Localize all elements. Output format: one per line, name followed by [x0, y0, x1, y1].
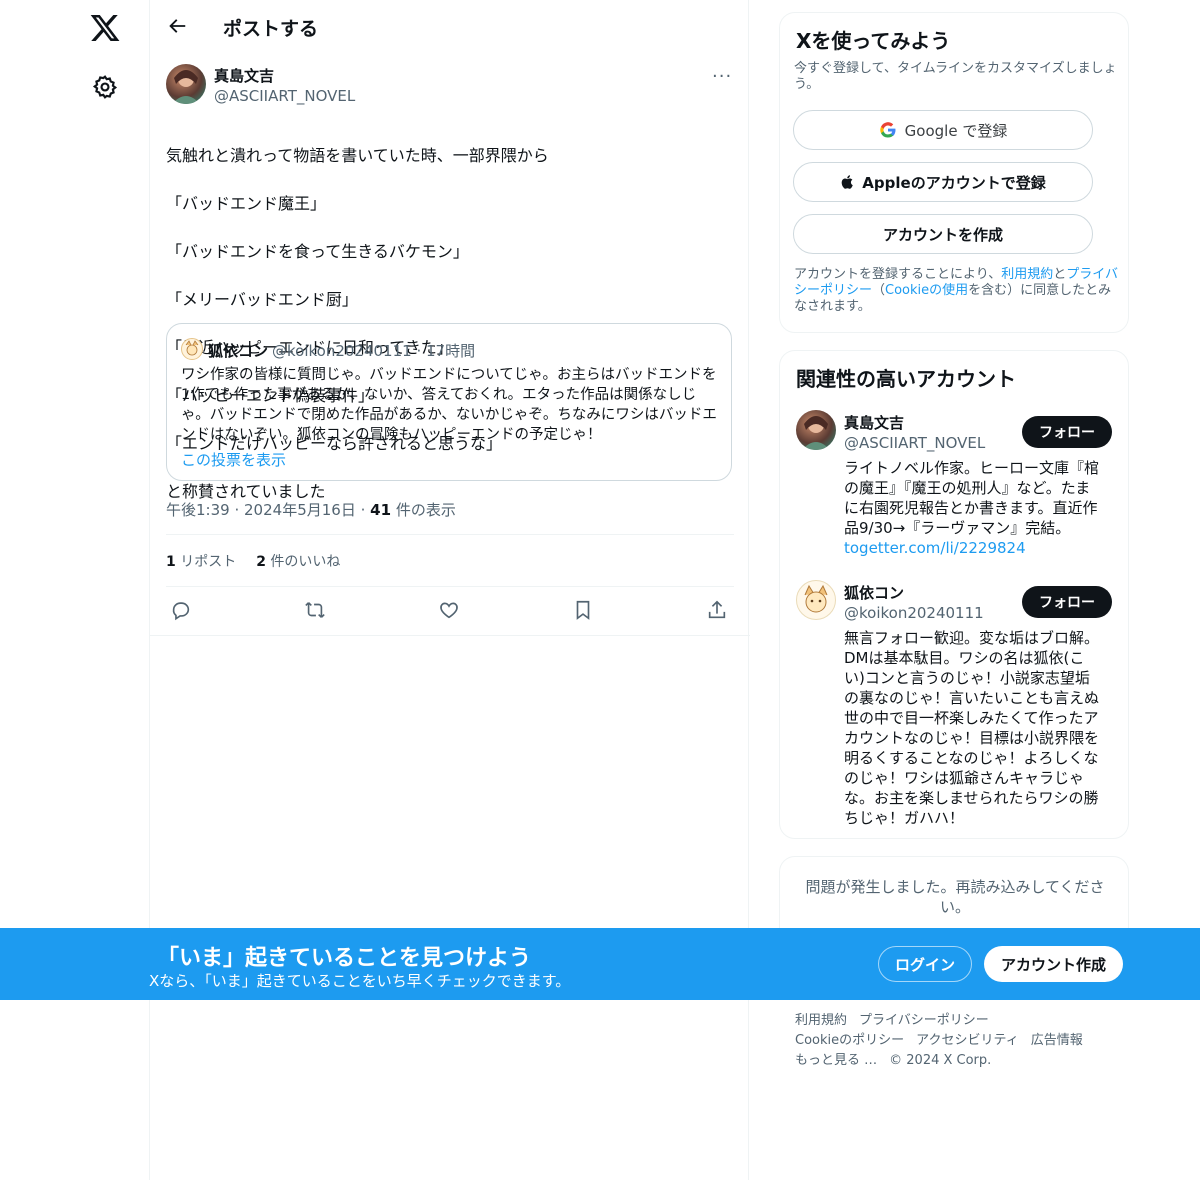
create-account-label: アカウントを作成	[882, 225, 1003, 244]
likes-label: 件のいいね	[270, 554, 341, 570]
avatar[interactable]	[166, 64, 206, 104]
signup-card: Xを使ってみよう 今すぐ登録して、タイムラインをカスタマイズしましょう。 Goo…	[779, 12, 1129, 333]
apple-signup-label: Appleのアカウントで登録	[862, 173, 1046, 192]
post-time: 午後1:39	[166, 501, 230, 519]
divider	[150, 635, 750, 636]
divider	[166, 586, 734, 587]
banner-subtitle: Xなら、「いま」起きていることをいち早くチェックできます。	[149, 972, 571, 990]
apple-icon	[841, 175, 854, 189]
cookie-link[interactable]: Cookieの使用	[885, 283, 968, 298]
left-rail	[0, 0, 150, 1180]
legal-prefix: アカウントを登録することにより、	[794, 267, 1002, 282]
related-bio: 無言フォロー歓迎。変な垢はブロ解。DMは基本駄目。ワシの名は狐依(こい)コンと言…	[844, 628, 1104, 828]
post-actions	[166, 599, 734, 623]
author-handle[interactable]: @ASCIIART_NOVEL	[214, 87, 355, 105]
views-count: 41	[370, 501, 392, 519]
engagement-stats: 1 リポスト 2 件のいいね	[166, 551, 340, 571]
follow-button[interactable]: フォロー	[1022, 416, 1112, 448]
signup-button[interactable]: アカウント作成	[984, 946, 1123, 982]
related-bio-text: 無言フォロー歓迎。変な垢はブロ解。DMは基本駄目。ワシの名は狐依(こい)コンと言…	[844, 629, 1100, 827]
reposts-label: リポスト	[180, 554, 237, 570]
footer-terms-link[interactable]: 利用規約	[795, 1013, 847, 1028]
footer-ads-link[interactable]: 広告情報	[1031, 1033, 1083, 1048]
related-bio-link[interactable]: togetter.com/li/2229824	[844, 538, 1104, 558]
legal-paren: （	[872, 283, 886, 298]
terms-link[interactable]: 利用規約	[1001, 267, 1053, 282]
login-banner: 「いま」起きていることを見つけよう Xなら、「いま」起きていることをいち早くチェ…	[0, 928, 1200, 1000]
reposts-count: 1	[166, 554, 176, 570]
divider	[166, 534, 734, 535]
gear-icon[interactable]	[92, 74, 118, 100]
x-logo-icon[interactable]	[89, 12, 121, 44]
post-text-line: 「バッドエンド魔王」	[166, 194, 327, 213]
related-title: 関連性の高いアカウント	[796, 367, 1016, 391]
related-name[interactable]: 真島文吉	[844, 412, 904, 433]
likes-stat[interactable]: 2 件のいいね	[256, 554, 340, 570]
post-text-line: 「メリーバッドエンド厨」	[166, 290, 358, 309]
follow-button[interactable]: フォロー	[1022, 586, 1112, 618]
footer-cookie-link[interactable]: Cookieのポリシー	[795, 1033, 904, 1048]
post-text-line: 気触れと潰れって物語を書いていた時、一部界隈から	[166, 146, 549, 165]
footer-more-link[interactable]: もっと見る …	[795, 1053, 877, 1068]
author-name[interactable]: 真島文吉	[214, 65, 274, 86]
login-button[interactable]: ログイン	[878, 946, 972, 982]
quoted-post[interactable]: 狐依コン @koikon20240111 · 17時間 ワシ作家の皆様に質問じゃ…	[166, 323, 732, 481]
footer-copyright: © 2024 X Corp.	[889, 1053, 992, 1068]
post-timestamp[interactable]: 午後1:39 · 2024年5月16日 · 41 件の表示	[166, 499, 456, 520]
top-bar: ポストする	[150, 0, 750, 53]
reposts-stat[interactable]: 1 リポスト	[166, 554, 236, 570]
share-icon[interactable]	[706, 599, 728, 621]
footer-links: 利用規約 プライバシーポリシー Cookieのポリシー アクセシビリティ 広告情報 も…	[795, 1011, 1125, 1071]
views-label: 件の表示	[395, 501, 456, 519]
main-column: ポストする 真島文吉 @ASCIIART_NOVEL ··· 気触れと潰れって物…	[149, 0, 750, 1180]
error-message: 問題が発生しました。再読み込みしてください。	[805, 878, 1105, 916]
more-options-button[interactable]: ···	[712, 66, 732, 87]
related-bio-text: ライトノベル作家。ヒーロー文庫『棺の魔王』『魔王の処刑人』など。たまに右園死児報…	[844, 459, 1100, 537]
page-title: ポストする	[223, 18, 319, 40]
reply-icon[interactable]	[170, 599, 192, 621]
avatar[interactable]	[796, 410, 836, 450]
signup-title: Xを使ってみよう	[796, 29, 951, 53]
apple-signup-button[interactable]: Appleのアカウントで登録	[793, 162, 1093, 202]
avatar	[181, 338, 203, 360]
google-signup-label: Google で登録	[904, 121, 1008, 140]
create-account-button[interactable]: アカウントを作成	[793, 214, 1093, 254]
post-date: 2024年5月16日	[244, 501, 356, 519]
avatar[interactable]	[796, 580, 836, 620]
footer-privacy-link[interactable]: プライバシーポリシー	[859, 1013, 989, 1028]
signup-subtitle: 今すぐ登録して、タイムラインをカスタマイズしましょう。	[794, 61, 1117, 92]
google-signup-button[interactable]: Google で登録	[793, 110, 1093, 150]
related-handle[interactable]: @ASCIIART_NOVEL	[844, 434, 985, 452]
repost-icon[interactable]	[304, 599, 326, 621]
banner-title: 「いま」起きていることを見つけよう	[157, 946, 532, 971]
related-handle[interactable]: @koikon20240111	[844, 604, 984, 622]
quoted-author-name: 狐依コン	[208, 342, 269, 360]
post-text-line: 「バッドエンドを食って生きるバケモン」	[166, 242, 469, 261]
quoted-author-meta: @koikon20240111 · 17時間	[272, 342, 476, 360]
likes-count: 2	[256, 554, 266, 570]
like-icon[interactable]	[438, 599, 460, 621]
google-icon	[879, 122, 896, 138]
arrow-left-icon[interactable]	[166, 15, 188, 37]
bookmark-icon[interactable]	[572, 599, 594, 621]
signup-legal-text: アカウントを登録することにより、利用規約とプライバシーポリシー（Cookieの使…	[794, 267, 1120, 315]
related-name[interactable]: 狐依コン	[844, 582, 904, 603]
legal-and: と	[1053, 267, 1067, 282]
quoted-text: ワシ作家の皆様に質問じゃ。バッドエンドについてじゃ。お主らはバッドエンドを1作で…	[181, 367, 717, 443]
show-poll-link[interactable]: この投票を表示	[181, 449, 286, 470]
footer-accessibility-link[interactable]: アクセシビリティ	[916, 1033, 1019, 1048]
related-bio: ライトノベル作家。ヒーロー文庫『棺の魔王』『魔王の処刑人』など。たまに右園死児報…	[844, 458, 1104, 558]
related-accounts-card: 関連性の高いアカウント 真島文吉 @ASCIIART_NOVEL フォロー ライ…	[779, 350, 1129, 839]
